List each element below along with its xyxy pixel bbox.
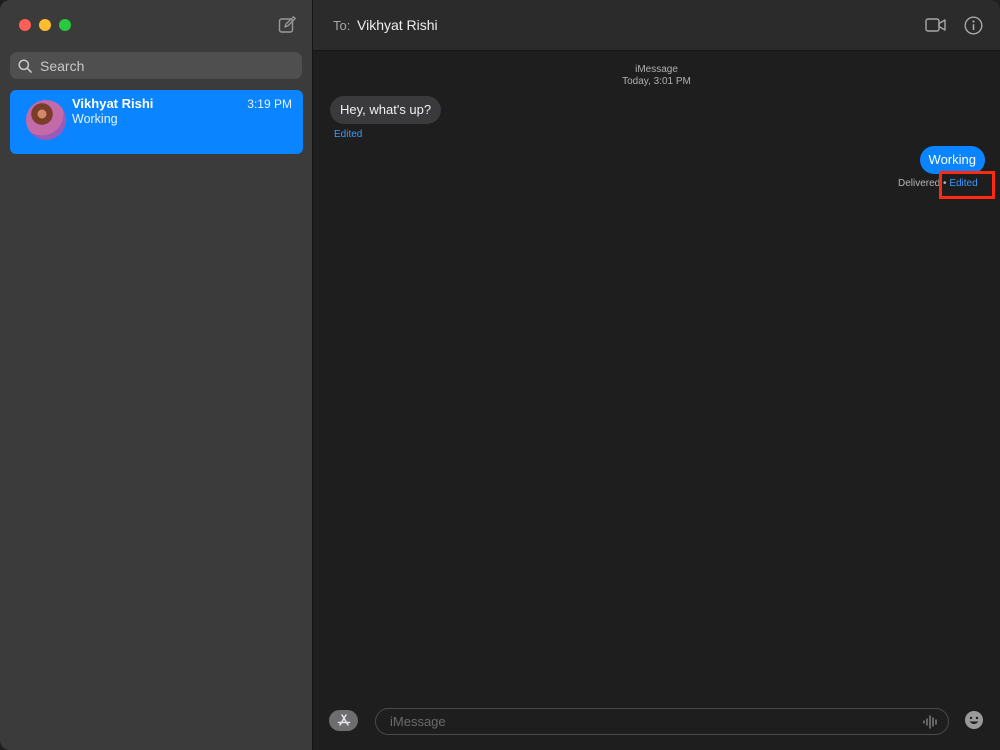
- video-icon[interactable]: [925, 17, 946, 33]
- close-button[interactable]: [19, 19, 31, 31]
- minimize-button[interactable]: [39, 19, 51, 31]
- delivered-label: Delivered: [898, 178, 941, 189]
- maximize-button[interactable]: [59, 19, 71, 31]
- incoming-edited-label[interactable]: Edited: [334, 129, 362, 140]
- message-input[interactable]: [388, 713, 912, 730]
- waveform-icon[interactable]: [923, 715, 939, 729]
- info-icon[interactable]: [964, 16, 983, 35]
- window-controls: [19, 19, 71, 31]
- chat-area: To: Vikhyat Rishi iMessage Today, 3:01 P…: [313, 0, 1000, 750]
- conversation-name: Vikhyat Rishi: [72, 96, 154, 111]
- emoji-icon[interactable]: [964, 710, 984, 730]
- message-composer[interactable]: [375, 708, 949, 735]
- thread-timestamp: Today, 3:01 PM: [622, 76, 691, 87]
- messages-window: Vikhyat Rishi 3:19 PM Working To: Vikhya…: [0, 0, 1000, 750]
- annotation-highlight-box: [939, 171, 995, 199]
- service-label: iMessage: [635, 64, 678, 75]
- conversation-time: 3:19 PM: [247, 97, 292, 111]
- app-store-icon: [337, 714, 350, 726]
- conversation-item[interactable]: Vikhyat Rishi 3:19 PM Working: [10, 90, 303, 154]
- recipient-name[interactable]: Vikhyat Rishi: [357, 17, 438, 33]
- apps-button[interactable]: [329, 710, 358, 731]
- search-input[interactable]: [38, 56, 282, 75]
- thread-service-header: iMessage Today, 3:01 PM: [313, 64, 1000, 88]
- compose-icon[interactable]: [278, 16, 296, 34]
- sidebar: Vikhyat Rishi 3:19 PM Working: [0, 0, 313, 750]
- incoming-message-bubble[interactable]: Hey, what's up?: [330, 96, 442, 124]
- to-label: To:: [333, 18, 351, 33]
- search-field[interactable]: [10, 52, 302, 79]
- conversation-preview: Working: [72, 112, 118, 126]
- outgoing-message-bubble[interactable]: Working: [919, 146, 985, 174]
- avatar: [26, 100, 66, 140]
- chat-header: To: Vikhyat Rishi: [313, 0, 1000, 51]
- search-icon: [18, 58, 32, 73]
